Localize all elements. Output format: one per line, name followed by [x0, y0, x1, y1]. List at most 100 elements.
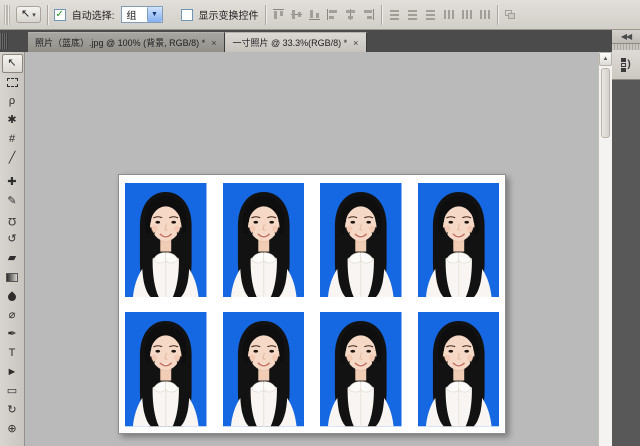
scroll-up-arrow-icon[interactable]: ▲ [599, 52, 612, 66]
align-horizontal-centers-icon[interactable] [344, 8, 357, 21]
auto-select-label: 自动选择: [72, 7, 115, 22]
history-brush-tool-icon: ↺ [7, 234, 16, 245]
id-photo-8[interactable] [418, 312, 500, 426]
tab-title: 一寸照片 @ 33.3%(RGB/8) * [232, 36, 347, 49]
eraser-tool-icon: ▰ [8, 253, 16, 264]
spot-healing-brush-tool-icon: ✚ [7, 177, 16, 188]
distribute-bottom-edges-icon[interactable] [424, 8, 437, 21]
clone-stamp-tool[interactable]: Ω [2, 211, 23, 230]
options-bar-gripper [4, 5, 10, 25]
auto-select-mode-value: 组 [127, 7, 137, 22]
path-selection-tool[interactable]: ► [2, 363, 23, 382]
brush-tool-icon: ✎ [7, 196, 16, 207]
align-bottom-edges-icon[interactable] [308, 8, 321, 21]
collapsed-panel-icon: ) [627, 59, 630, 70]
id-photo-3[interactable] [320, 183, 402, 297]
id-photo-4[interactable] [418, 183, 500, 297]
toolbox: ↖ ρ ✱ # ╱ ✚ ✎ Ω ↺ ▰ ⌀ ✒ T ► ▭ ↻ ⊕ [0, 52, 25, 446]
document-tab-1[interactable]: 照片（蓝底）.jpg @ 100% (背景, RGB/8) * × [28, 32, 225, 52]
pen-tool-icon: ✒ [7, 329, 16, 340]
spot-healing-brush-tool[interactable]: ✚ [2, 173, 23, 192]
3d-rotate-tool[interactable]: ↻ [2, 401, 23, 420]
quick-selection-tool-icon: ✱ [7, 115, 16, 126]
divider [47, 5, 48, 25]
3d-pan-tool-icon: ⊕ [7, 424, 16, 435]
path-selection-tool-icon: ► [7, 367, 18, 378]
show-transform-checkbox[interactable] [181, 9, 193, 21]
move-tool-icon: ↖ [21, 9, 30, 20]
blur-tool[interactable] [2, 287, 23, 306]
brush-tool[interactable]: ✎ [2, 192, 23, 211]
options-bar: ↖ ▾ ✓ 自动选择: 组 ▼ 显示变换控件 [0, 0, 640, 30]
quick-selection-tool[interactable]: ✱ [2, 111, 23, 130]
align-right-edges-icon[interactable] [362, 8, 375, 21]
id-photo-5[interactable] [125, 312, 207, 426]
marquee-tool-icon [7, 78, 18, 87]
align-left-edges-icon[interactable] [326, 8, 339, 21]
align-icons-group [272, 8, 375, 21]
distribute-horizontal-centers-icon[interactable] [460, 8, 473, 21]
lasso-tool-icon: ρ [9, 96, 15, 107]
show-transform-label: 显示变换控件 [199, 7, 259, 22]
close-icon[interactable]: × [352, 38, 359, 48]
type-tool-icon: T [9, 348, 16, 359]
eraser-tool[interactable]: ▰ [2, 249, 23, 268]
document-tab-bar: 照片（蓝底）.jpg @ 100% (背景, RGB/8) *×一寸照片 @ 3… [0, 30, 612, 52]
dropdown-arrow-icon[interactable]: ▼ [147, 7, 162, 22]
photo-sheet [119, 175, 505, 433]
type-tool[interactable]: T [2, 344, 23, 363]
gradient-tool[interactable] [2, 268, 23, 287]
distribute-icons-group [388, 8, 491, 21]
id-photo-1[interactable] [125, 183, 207, 297]
auto-select-checkbox[interactable]: ✓ [54, 9, 66, 21]
panel-dock: ◀◀ ) [612, 30, 640, 446]
shape-tool[interactable]: ▭ [2, 382, 23, 401]
id-photo-7[interactable] [320, 312, 402, 426]
move-tool-icon: ↖ [7, 58, 16, 69]
crop-tool[interactable]: # [2, 130, 23, 149]
collapsed-panel-button[interactable]: ) [612, 50, 640, 80]
distribute-vertical-centers-icon[interactable] [406, 8, 419, 21]
distribute-right-edges-icon[interactable] [478, 8, 491, 21]
eyedropper-tool[interactable]: ╱ [2, 149, 23, 168]
dodge-tool-icon: ⌀ [9, 310, 16, 321]
divider [381, 5, 382, 25]
blur-tool-icon [6, 291, 17, 302]
align-vertical-centers-icon[interactable] [290, 8, 303, 21]
shape-tool-icon: ▭ [7, 386, 17, 397]
eyedropper-tool-icon: ╱ [9, 153, 16, 164]
tab-title: 照片（蓝底）.jpg @ 100% (背景, RGB/8) * [35, 36, 205, 49]
auto-select-mode-dropdown[interactable]: 组 ▼ [121, 6, 163, 23]
3d-rotate-tool-icon: ↻ [7, 405, 16, 416]
lasso-tool[interactable]: ρ [2, 92, 23, 111]
history-brush-tool[interactable]: ↺ [2, 230, 23, 249]
auto-align-layers-icon[interactable] [504, 8, 517, 21]
id-photo-6[interactable] [223, 312, 305, 426]
tool-preset-picker[interactable]: ↖ ▾ [16, 6, 41, 23]
divider [265, 5, 266, 25]
toolbox-gripper [0, 33, 8, 49]
document-tab-2[interactable]: 一寸照片 @ 33.3%(RGB/8) * × [225, 32, 367, 52]
3d-pan-tool[interactable]: ⊕ [2, 420, 23, 439]
photoshop-window: ↖ ▾ ✓ 自动选择: 组 ▼ 显示变换控件 照片（蓝底）.jpg @ 100%… [0, 0, 640, 446]
pen-tool[interactable]: ✒ [2, 325, 23, 344]
crop-tool-icon: # [9, 134, 15, 145]
move-tool[interactable]: ↖ [2, 54, 23, 73]
clone-stamp-tool-icon: Ω [8, 215, 16, 226]
document-canvas[interactable] [118, 174, 506, 434]
dock-collapse-button[interactable]: ◀◀ [612, 30, 640, 44]
chevron-down-icon: ▾ [32, 11, 36, 19]
id-photo-2[interactable] [223, 183, 305, 297]
gradient-tool-icon [6, 273, 18, 282]
distribute-top-edges-icon[interactable] [388, 8, 401, 21]
marquee-tool[interactable] [2, 73, 23, 92]
vertical-scrollbar[interactable]: ▲ [598, 52, 612, 446]
distribute-left-edges-icon[interactable] [442, 8, 455, 21]
close-icon[interactable]: × [210, 38, 217, 48]
align-top-edges-icon[interactable] [272, 8, 285, 21]
canvas-area[interactable]: ▲ [25, 52, 612, 446]
collapsed-panel-icon [621, 58, 626, 72]
divider [497, 5, 498, 25]
scrollbar-thumb[interactable] [601, 68, 610, 138]
dodge-tool[interactable]: ⌀ [2, 306, 23, 325]
